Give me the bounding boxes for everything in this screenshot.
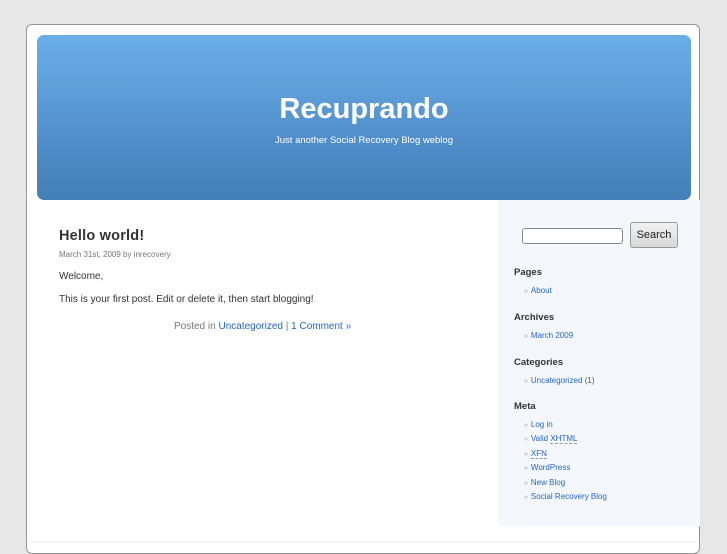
- category-count: (1): [584, 376, 595, 385]
- widget-title-categories: Categories: [514, 357, 564, 368]
- post-meta: March 31st, 2009 by inrecovery: [59, 250, 171, 259]
- archive-link[interactable]: March 2009: [531, 331, 573, 340]
- bullet-icon: »: [524, 333, 528, 340]
- bullet-icon: »: [524, 451, 528, 458]
- xhtml-abbr: XHTML: [550, 434, 578, 444]
- category-link-uncategorized[interactable]: Uncategorized: [531, 376, 583, 385]
- social-recovery-blog-link[interactable]: Social Recovery Blog: [531, 492, 607, 501]
- login-link[interactable]: Log in: [531, 420, 553, 429]
- search-button[interactable]: Search: [630, 222, 678, 248]
- bullet-icon: »: [524, 480, 528, 487]
- widget-title-pages: Pages: [514, 267, 542, 278]
- xfn-abbr: XFN: [530, 449, 547, 459]
- post-paragraph: Welcome,: [59, 271, 104, 282]
- widget-title-archives: Archives: [514, 312, 555, 323]
- posted-in-label: Posted in: [174, 321, 216, 332]
- widget-title-meta: Meta: [514, 401, 536, 412]
- separator: |: [285, 321, 289, 332]
- list-item: » Log in: [524, 420, 553, 429]
- page-container: Recuprando Just another Social Recovery …: [26, 24, 700, 554]
- post-metadata: Posted in Uncategorized | 1 Comment »: [174, 321, 351, 332]
- list-item: » XFN: [524, 449, 547, 459]
- search-input[interactable]: [522, 228, 623, 244]
- list-item: » About: [524, 286, 552, 295]
- xfn-link[interactable]: XFN: [530, 449, 547, 459]
- list-item: » New Blog: [524, 478, 565, 487]
- new-blog-link[interactable]: New Blog: [531, 478, 565, 487]
- list-item: » Social Recovery Blog: [524, 492, 607, 501]
- bullet-icon: »: [524, 436, 528, 443]
- blog-title[interactable]: Recuprando: [37, 93, 691, 126]
- bullet-icon: »: [524, 288, 528, 295]
- bullet-icon: »: [524, 494, 528, 501]
- valid-label: Valid: [530, 434, 549, 443]
- blog-description: Just another Social Recovery Blog weblog: [275, 135, 453, 146]
- page-link-about[interactable]: About: [531, 286, 552, 295]
- sidebar: Search Pages » About Archives » March 2009…: [498, 200, 700, 526]
- footer-divider: [27, 542, 699, 543]
- list-item: » WordPress: [524, 463, 570, 472]
- valid-xhtml-link[interactable]: Valid XHTML: [531, 434, 578, 444]
- wordpress-link[interactable]: WordPress: [531, 463, 570, 472]
- post-title[interactable]: Hello world!: [59, 228, 144, 244]
- list-item: » March 2009: [524, 331, 573, 340]
- bullet-icon: »: [524, 465, 528, 472]
- comments-link[interactable]: 1 Comment »: [291, 321, 351, 332]
- list-item: » Uncategorized (1): [524, 376, 595, 385]
- category-link[interactable]: Uncategorized: [218, 321, 282, 332]
- blog-header: Recuprando Just another Social Recovery …: [37, 35, 691, 200]
- list-item: » Valid XHTML: [524, 434, 578, 444]
- post-paragraph: This is your first post. Edit or delete …: [59, 294, 314, 305]
- bullet-icon: »: [524, 378, 528, 385]
- bullet-icon: »: [524, 422, 528, 429]
